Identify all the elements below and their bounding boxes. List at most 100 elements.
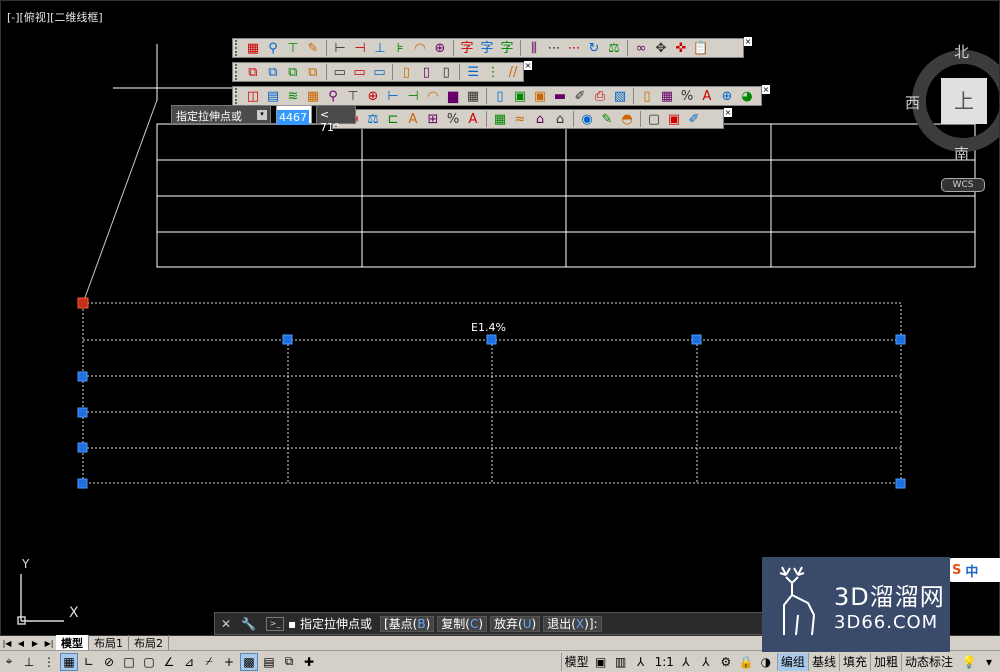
ortho-icon[interactable]: ∟	[80, 653, 98, 671]
auto-scale-icon[interactable]: ⅄	[697, 653, 715, 671]
toggle-group[interactable]: 编组	[776, 652, 808, 671]
3d-osnap-icon[interactable]: ▢	[140, 653, 158, 671]
match-icon[interactable]: ≋	[283, 87, 303, 105]
arc-icon[interactable]: ◠	[423, 87, 443, 105]
last-tab-icon[interactable]: ▶|	[42, 639, 56, 648]
viewcube-top-face[interactable]: 上	[941, 78, 987, 124]
print-icon[interactable]: ⎙	[590, 87, 610, 105]
center-icon[interactable]: ⊕	[363, 87, 383, 105]
dim-continue-icon[interactable]: ⊧	[390, 39, 410, 57]
dim-linear-icon[interactable]: ⊢	[383, 87, 403, 105]
grid-icon[interactable]: ▦	[60, 652, 78, 671]
text-edit-icon[interactable]: 字	[457, 39, 477, 57]
tab-layout2[interactable]: 布局2	[129, 635, 169, 651]
frame-icon[interactable]: ▢	[644, 110, 664, 128]
brush-icon[interactable]: ✐	[684, 110, 704, 128]
row-icon[interactable]: ▭	[330, 63, 350, 81]
window-icon-2[interactable]: ▣	[530, 87, 550, 105]
qp-icon[interactable]: ▤	[260, 653, 278, 671]
brush-icon[interactable]: ✐	[570, 87, 590, 105]
workspace-gear-icon[interactable]: ⚙	[717, 653, 735, 671]
measure-icon[interactable]: ⚖	[604, 39, 624, 57]
copy-icon-2[interactable]: ⧉	[263, 63, 283, 81]
command-option[interactable]: 放弃(U)	[490, 616, 541, 632]
field-icon[interactable]: ⊏	[383, 110, 403, 128]
base-icon[interactable]: ⌂	[530, 110, 550, 128]
layer-icon[interactable]: ◫	[243, 87, 263, 105]
measure-icon[interactable]: ⚖	[363, 110, 383, 128]
arc-icon[interactable]: ◠	[410, 39, 430, 57]
viewcube-north[interactable]: 北	[954, 41, 969, 62]
wrench-icon[interactable]: 🔧	[241, 617, 256, 631]
col-icon-2[interactable]: ▯	[416, 63, 436, 81]
frame-icon-2[interactable]: ▣	[664, 110, 684, 128]
ducs-icon[interactable]: ⊿	[180, 653, 198, 671]
toolbar-3[interactable]: ◫ ▤ ≋ ▦ ⚲ ⊤ ⊕ ⊢ ⊣ ◠ ▆ ▦ ▯ ▣ ▣ ▬ ✐ ⎙ ▧ ▯ ▦% A ⊕ ◕ ×	[232, 85, 770, 106]
command-option[interactable]: 复制(C)	[437, 616, 488, 632]
text-style-icon[interactable]: 字	[477, 39, 497, 57]
text-a-icon[interactable]: A	[403, 110, 423, 128]
quick-view-layouts-icon[interactable]: ▣	[592, 653, 610, 671]
viewcube-south[interactable]: 南	[954, 143, 969, 164]
tree-icon[interactable]: ⊤	[343, 87, 363, 105]
toolbar-close-icon[interactable]: ×	[762, 85, 770, 94]
move-icon[interactable]: ✥	[651, 39, 671, 57]
length-value[interactable]: 4467	[277, 110, 309, 125]
toggle-fill[interactable]: 填充	[838, 652, 870, 671]
dim-aligned-icon[interactable]: ⊣	[350, 39, 370, 57]
toolbar-close-icon[interactable]: ×	[744, 37, 752, 46]
tree-icon[interactable]: ⊤	[283, 39, 303, 57]
window-icon[interactable]: ▣	[510, 87, 530, 105]
command-line[interactable]: ✕ 🔧 >_ ▪ 指定拉伸点或 [基点(B) 复制(C) 放弃(U) 退出(X)]:	[214, 612, 764, 635]
drawing-viewport[interactable]: [-][俯视][二维线框] E1.4% ▦ ⚲ ⊤ ✎ ⊢ ⊣ ⊥ ⊧ ◠ ⊕ …	[0, 0, 1000, 636]
array-icon-2[interactable]: ⋯	[564, 39, 584, 57]
osnap-icon[interactable]: □	[120, 653, 138, 671]
toolbar-4[interactable]: ⇥⚖⊏A⊞%A▦≈⌂⌂◉✎◓▢▣✐×	[332, 108, 732, 129]
toolbar-close-icon[interactable]: ×	[724, 108, 732, 117]
image-icon[interactable]: ▬	[550, 87, 570, 105]
dim-linear-icon[interactable]: ⊢	[330, 39, 350, 57]
list-icon[interactable]: ☰	[463, 63, 483, 81]
array-icon[interactable]: ⋯	[544, 39, 564, 57]
hatch-icon[interactable]: ⫼	[524, 39, 544, 57]
copy-icon[interactable]: ⧉	[243, 63, 263, 81]
col-icon-3[interactable]: ▯	[436, 63, 456, 81]
dropdown-arrow-icon[interactable]: ▾	[980, 653, 998, 671]
toolbar-2[interactable]: ⧉ ⧉ ⧉ ⧉ ▭ ▭ ▭ ▯ ▯ ▯ ☰ ⋮//×	[232, 61, 532, 82]
snap-icon[interactable]: ⋮	[40, 653, 58, 671]
viewcube-west[interactable]: 西	[905, 92, 920, 113]
plot-icon[interactable]: ▧	[610, 87, 630, 105]
text-a-icon[interactable]: A	[697, 87, 717, 105]
polar-icon[interactable]: ⊘	[100, 653, 118, 671]
dropdown-arrow-icon[interactable]: ▾	[257, 110, 267, 120]
tab-model[interactable]: 模型	[56, 635, 89, 651]
first-tab-icon[interactable]: |◀	[0, 639, 14, 648]
dim-baseline-icon[interactable]: ⊥	[370, 39, 390, 57]
lock-icon[interactable]: 🔒	[737, 653, 755, 671]
eye-icon[interactable]: ◉	[577, 110, 597, 128]
label-icon[interactable]: A	[463, 110, 483, 128]
house-icon[interactable]: ⌂	[550, 110, 570, 128]
col-icon[interactable]: ▯	[490, 87, 510, 105]
quick-view-drawings-icon[interactable]: ▥	[612, 653, 630, 671]
rotate-icon[interactable]: ↻	[584, 39, 604, 57]
text-icon[interactable]: ▯	[637, 87, 657, 105]
coordinates-icon[interactable]: ⌖	[0, 653, 18, 671]
target-icon[interactable]: ⊕	[717, 87, 737, 105]
toggle-baseline[interactable]: 基线	[807, 652, 839, 671]
number-icon[interactable]: %	[443, 110, 463, 128]
hardware-accel-icon[interactable]: ◑	[757, 653, 775, 671]
wcs-menu[interactable]: WCS	[941, 178, 985, 192]
annotation-visibility-icon[interactable]: ⅄	[677, 653, 695, 671]
globe-icon[interactable]: ◕	[737, 87, 757, 105]
copy-icon-4[interactable]: ⧉	[303, 63, 323, 81]
col-icon[interactable]: ▯	[396, 63, 416, 81]
command-option[interactable]: 退出(X)]:	[543, 616, 602, 632]
node-icon[interactable]: ⚲	[263, 39, 283, 57]
length-input[interactable]: 4467	[276, 105, 312, 125]
lineweight-icon[interactable]: +	[220, 653, 238, 671]
toolbar-1[interactable]: ▦ ⚲ ⊤ ✎ ⊢ ⊣ ⊥ ⊧ ◠ ⊕ 字字字 ⫼ ⋯ ⋯ ↻ ⚖ ∞ ✥ ✜ 📋 ×	[232, 37, 752, 58]
command-option[interactable]: [基点(B)	[379, 616, 435, 632]
edit-icon[interactable]: ✎	[303, 39, 323, 57]
prev-tab-icon[interactable]: ◀	[14, 639, 28, 648]
